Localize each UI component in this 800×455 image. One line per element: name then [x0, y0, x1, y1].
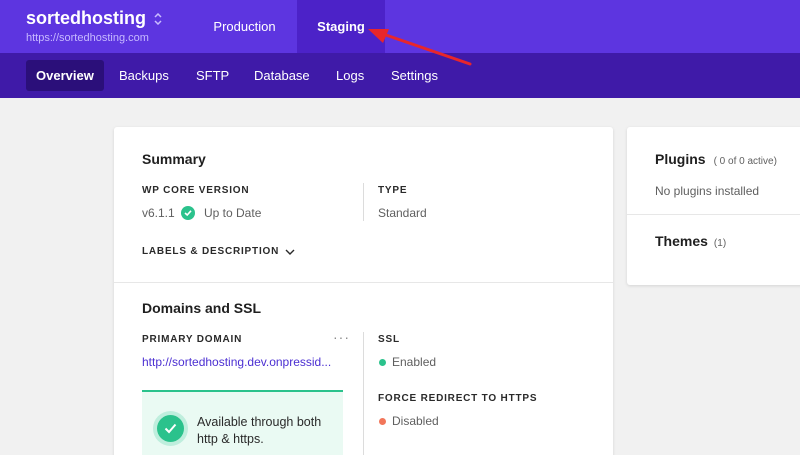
tab-staging[interactable]: Staging	[297, 0, 385, 53]
labels-description-toggle[interactable]: LABELS & DESCRIPTION	[142, 246, 295, 257]
wp-status-value: Up to Date	[204, 206, 262, 220]
redirect-value: Disabled	[392, 414, 439, 428]
plugins-count: ( 0 of 0 active)	[713, 156, 777, 167]
force-redirect-label: FORCE REDIRECT TO HTTPS	[378, 393, 538, 404]
chevron-updown-icon	[154, 12, 162, 25]
ssl-label: SSL	[378, 334, 400, 345]
subnav-logs[interactable]: Logs	[326, 60, 374, 91]
plugins-header[interactable]: Plugins ( 0 of 0 active)	[655, 151, 777, 167]
sub-navigation: Overview Backups SFTP Database Logs Sett…	[0, 53, 800, 98]
themes-count: (1)	[713, 238, 727, 249]
themes-title: Themes	[655, 233, 708, 249]
site-switcher[interactable]: sortedhosting	[26, 8, 162, 29]
subnav-settings[interactable]: Settings	[381, 60, 448, 91]
plugins-empty-text: No plugins installed	[655, 184, 760, 198]
redirect-status-dot	[379, 418, 386, 425]
check-circle-icon	[157, 415, 184, 442]
plugins-themes-card: Plugins ( 0 of 0 active) No plugins inst…	[627, 127, 800, 285]
domains-divider	[363, 332, 364, 455]
more-options-icon[interactable]: ···	[333, 329, 350, 345]
plugins-divider	[627, 214, 800, 215]
wp-core-version-label: WP CORE VERSION	[142, 185, 250, 196]
labels-description-label: LABELS & DESCRIPTION	[142, 246, 280, 257]
wp-version-value: v6.1.1	[142, 206, 175, 220]
subnav-sftp[interactable]: SFTP	[186, 60, 239, 91]
type-value: Standard	[378, 206, 427, 220]
chevron-down-icon	[285, 249, 295, 255]
domains-ssl-title: Domains and SSL	[142, 300, 262, 316]
availability-text: Available through both http & https.	[197, 415, 322, 446]
availability-notice: Available through both http & https.	[142, 390, 343, 455]
site-name: sortedhosting	[26, 8, 146, 28]
themes-header[interactable]: Themes (1)	[655, 233, 726, 249]
top-header: sortedhosting https://sortedhosting.com …	[0, 0, 800, 53]
ssl-status-dot	[379, 359, 386, 366]
primary-domain-label: PRIMARY DOMAIN	[142, 334, 243, 345]
overview-card: Summary WP CORE VERSION v6.1.1 Up to Dat…	[114, 127, 613, 455]
section-divider	[114, 282, 613, 283]
subnav-backups[interactable]: Backups	[109, 60, 179, 91]
type-label: TYPE	[378, 185, 408, 196]
summary-title: Summary	[142, 151, 206, 167]
ssl-value: Enabled	[392, 355, 437, 369]
check-circle-icon	[181, 206, 195, 220]
primary-domain-link[interactable]: http://sortedhosting.dev.onpressid...	[142, 355, 331, 369]
summary-divider	[363, 183, 364, 221]
tab-production[interactable]: Production	[200, 0, 289, 53]
plugins-title: Plugins	[655, 151, 706, 167]
subnav-overview[interactable]: Overview	[26, 60, 104, 91]
site-url[interactable]: https://sortedhosting.com	[26, 32, 149, 44]
subnav-database[interactable]: Database	[244, 60, 320, 91]
